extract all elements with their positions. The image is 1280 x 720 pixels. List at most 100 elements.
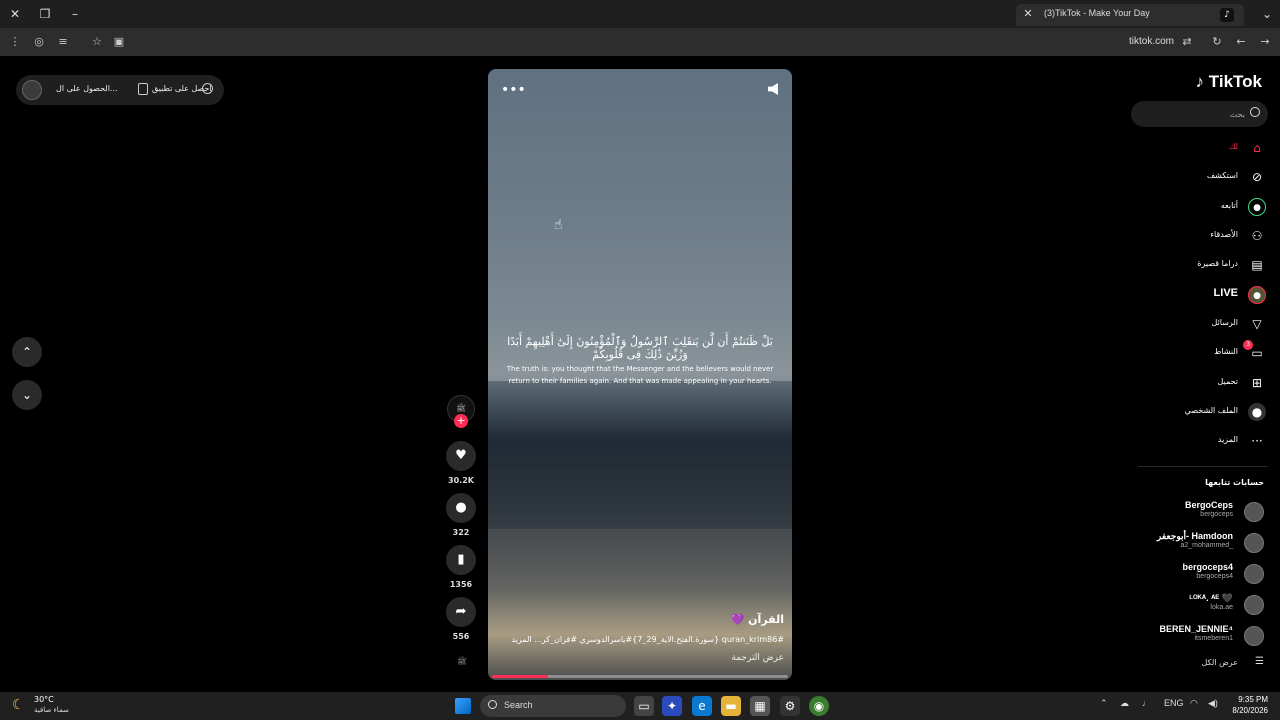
tab-bar: ✕ ❐ – + ✕ (3)TikTok - Make Your Day ♪ ⌄: [0, 0, 1280, 28]
previous-video-button[interactable]: ⌃: [12, 337, 42, 367]
volume-icon[interactable]: [768, 83, 778, 95]
nav-explore[interactable]: استكشف ⊘: [1138, 166, 1268, 188]
minimize-window-icon[interactable]: –: [66, 5, 84, 23]
share-button[interactable]: ➦: [446, 597, 476, 627]
caption-hashtags[interactable]: #quran_krim86 {سورة.الفتح.الاية_29_7}#يا…: [494, 635, 785, 644]
back-icon[interactable]: →: [1256, 33, 1274, 51]
account-handle: a2_mohammed_: [1180, 542, 1233, 549]
share-count: 556: [452, 632, 470, 641]
nav-short-drama[interactable]: دراما قصيرة ▤: [1138, 254, 1268, 276]
following-account[interactable]: أبوجعفر- Hamdoon a2_mohammed_: [1128, 530, 1268, 556]
restore-window-icon[interactable]: ❐: [36, 5, 54, 23]
microphone-icon[interactable]: ♩: [1142, 698, 1151, 708]
following-account[interactable]: BEREN_JENNIE⁴ itsmeberen1: [1128, 623, 1268, 649]
search-icon[interactable]: [1250, 107, 1260, 117]
nav-label: دراما قصيرة: [1197, 259, 1238, 268]
copilot-icon[interactable]: ✦: [662, 696, 682, 716]
close-window-icon[interactable]: ✕: [6, 5, 24, 23]
nav-following[interactable]: أتابعه ●: [1138, 196, 1268, 218]
sidebar-divider: [1138, 466, 1268, 467]
nav-upload[interactable]: تحميل ⊞: [1138, 372, 1268, 394]
customize-icon[interactable]: ≡: [54, 33, 72, 51]
hand-cursor-icon: ☝: [554, 217, 563, 233]
account-name: BergoCeps: [1184, 500, 1233, 510]
following-account[interactable]: BergoCeps bergoceps: [1128, 499, 1268, 525]
address-bar: ⋮ ◎ ≡ ☆ ▣ tiktok.com ⇄ ↻ ← →: [0, 28, 1280, 56]
search-input[interactable]: [1141, 106, 1245, 122]
tab-search-icon[interactable]: ⌄: [1258, 5, 1276, 23]
tab-title: (3)TikTok - Make Your Day: [1044, 8, 1150, 18]
store-icon[interactable]: ▦: [750, 696, 770, 716]
see-translation-link[interactable]: عرض الترجمة: [731, 653, 784, 663]
taskbar-search[interactable]: Search: [480, 695, 626, 717]
following-account[interactable]: bergoceps4 bergoceps4: [1128, 561, 1268, 587]
tab-tiktok[interactable]: ✕ (3)TikTok - Make Your Day ♪: [1016, 4, 1244, 26]
account-handle: bergoceps4: [1196, 573, 1233, 580]
translate-icon[interactable]: ▣: [110, 33, 128, 51]
onedrive-icon[interactable]: ☁: [1120, 698, 1129, 709]
comment-button[interactable]: ●: [446, 493, 476, 523]
clock-date: 8/20/2026: [1232, 706, 1268, 715]
account-name: BEREN_JENNIE⁴: [1159, 624, 1233, 634]
clock-time: 9:35 PM: [1238, 695, 1268, 704]
file-explorer-icon[interactable]: ▬: [721, 696, 741, 716]
tiktok-logo[interactable]: ♪ TikTok: [1196, 72, 1262, 92]
avatar[interactable]: [22, 80, 42, 100]
next-video-button[interactable]: ⌄: [12, 380, 42, 410]
following-account[interactable]: ᴸᴼᴷᴬ. ᴬᴱ 🖤 loka.ae: [1128, 592, 1268, 618]
nav-more[interactable]: المزيد ···: [1138, 430, 1268, 452]
forward-icon[interactable]: ←: [1232, 33, 1250, 51]
avatar: [1244, 502, 1264, 522]
see-all-button[interactable]: عرض الكل ☰: [1168, 656, 1268, 672]
nav-messages[interactable]: الرسائل ▽: [1138, 313, 1268, 335]
speaker-icon[interactable]: ◀): [1208, 698, 1218, 709]
nav-profile[interactable]: الملف الشخصي ●: [1138, 401, 1268, 423]
nav-friends[interactable]: الأصدقاء ⚇: [1138, 225, 1268, 247]
arabic-verse: بَلْ ظَنَنتُمْ أَن لَّن يَنقَلِبَ ٱلرَّس…: [507, 335, 773, 361]
tray-chevron-icon[interactable]: ⌃: [1100, 698, 1108, 709]
clock[interactable]: 9:35 PM 8/20/2026: [1232, 694, 1268, 716]
windows-start-icon[interactable]: [455, 698, 471, 714]
caption-title[interactable]: القرآن 💜: [731, 613, 784, 626]
language-indicator[interactable]: ENG: [1164, 698, 1184, 708]
chrome-icon[interactable]: ◉: [809, 696, 829, 716]
tiktok-note-icon: ♪: [1195, 72, 1209, 91]
weather-widget[interactable]: ☾ 30°C سماء صافية: [12, 694, 102, 718]
activity-badge: 3: [1243, 340, 1253, 350]
sound-disc-icon[interactable]: ﷺ: [452, 652, 472, 672]
profile-icon[interactable]: ◎: [30, 33, 48, 51]
bookmark-star-icon[interactable]: ☆: [88, 33, 106, 51]
site-settings-icon[interactable]: ⇄: [1178, 33, 1196, 51]
video-progress-bar[interactable]: [492, 675, 788, 678]
get-app-pill[interactable]: الحصول على ال... احصل على تطبيق: [16, 75, 224, 105]
task-view-icon[interactable]: ▭: [634, 696, 654, 716]
heart-icon: ♥: [455, 448, 467, 463]
menu-kebab-icon[interactable]: ⋮: [6, 33, 24, 51]
account-handle: loka.ae: [1210, 604, 1233, 611]
video-player[interactable]: ••• ☝ بَلْ ظَنَنتُمْ أَن لَّن يَنقَلِبَ …: [488, 69, 792, 680]
see-all-label: عرض الكل: [1201, 658, 1238, 667]
wifi-icon[interactable]: ◠: [1190, 698, 1198, 709]
close-tab-icon[interactable]: ✕: [1020, 6, 1036, 22]
more-options-icon[interactable]: •••: [501, 82, 526, 98]
url-text[interactable]: tiktok.com: [1129, 36, 1174, 47]
search-box[interactable]: [1131, 101, 1268, 127]
reload-icon[interactable]: ↻: [1208, 33, 1226, 51]
nav-activity[interactable]: النشاط ▭ 3: [1138, 340, 1268, 364]
weather-condition: سماء صافية: [34, 706, 69, 714]
avatar: [1244, 595, 1264, 615]
nav-live[interactable]: LIVE ●: [1138, 284, 1268, 306]
following-accounts-title: حسابات تتابعها: [1205, 478, 1264, 487]
settings-gear-icon[interactable]: ⚙: [780, 696, 800, 716]
moon-icon: ☾: [12, 697, 25, 713]
compass-icon: ⊘: [1251, 170, 1263, 184]
like-button[interactable]: ♥: [446, 441, 476, 471]
nav-for-you[interactable]: لك ⌂: [1138, 137, 1268, 159]
edge-icon[interactable]: e: [692, 696, 712, 716]
save-button[interactable]: ▮: [446, 545, 476, 575]
follow-plus-icon[interactable]: +: [454, 414, 468, 428]
drama-icon: ▤: [1251, 258, 1263, 272]
search-icon: [488, 700, 497, 709]
get-coins-label[interactable]: الحصول على ال...: [56, 84, 118, 93]
like-count: 30.2K: [448, 476, 474, 485]
